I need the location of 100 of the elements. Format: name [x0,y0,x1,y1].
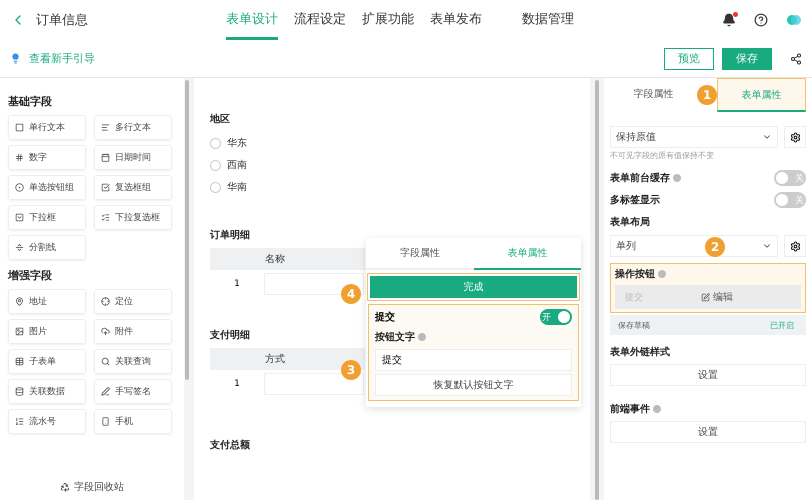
field-label: 流水号 [29,416,56,428]
field-label: 地址 [29,296,47,308]
field-item[interactable]: 图片 [8,319,86,344]
field-label: 复选框组 [115,182,151,194]
status-text: 已开启 [770,320,794,330]
logo-icon[interactable] [786,14,802,26]
row-number: 1 [233,379,241,389]
field-item[interactable]: 分割线 [8,235,86,260]
setting-label: 前端事件 [610,402,650,416]
step-badge: 1 [697,85,717,105]
table-title: 订单明细 [210,228,250,242]
step-badge: 2 [705,237,725,257]
field-label: 关联数据 [29,386,65,398]
field-item[interactable]: 关联数据 [8,379,86,404]
field-item[interactable]: 子表单 [8,349,86,374]
option-label: 西南 [227,158,247,172]
input-field[interactable]: 提交 [375,349,572,371]
field-label: 图片 [29,326,47,338]
lightbulb-icon [10,53,21,64]
field-label: 数字 [29,152,47,164]
field-label: 单行文本 [29,122,65,134]
field-label: 手写签名 [115,386,151,398]
calendar-icon [101,153,110,162]
field-item[interactable]: 日期时间 [94,145,172,170]
nav-tab[interactable]: 扩展功能 [362,0,414,40]
field-item[interactable]: 流水号 [8,409,86,434]
help-icon[interactable] [754,13,768,27]
field-item[interactable]: 地址 [8,289,86,314]
edit-button[interactable]: 编辑 [695,289,739,305]
field-label: 地区 [210,112,230,126]
field-label: 支付总额 [210,438,250,452]
field-item[interactable]: 手机 [94,409,172,434]
scrollbar[interactable] [185,80,189,380]
field-label: 子表单 [29,356,56,368]
crosshair-icon [101,297,110,306]
scrollbar[interactable] [595,80,599,500]
reset-button[interactable]: 恢复默认按钮文字 [375,374,572,396]
select-field[interactable]: 保持原值 [610,126,778,148]
setting-label: 表单布局 [610,216,650,229]
radio-button[interactable] [210,160,221,170]
field-item[interactable]: 定位 [94,289,172,314]
recycle-icon [60,482,70,492]
field-label: 关联查询 [115,356,151,368]
field-label: 下拉框 [29,212,56,224]
row-number: 1 [233,279,241,289]
field-label: 单选按钮组 [29,182,74,194]
list-icon [15,417,24,426]
list-icon [101,213,110,222]
field-item[interactable]: 关联查询 [94,349,172,374]
field-item[interactable]: 单选按钮组 [8,175,86,200]
column-header: 名称 [210,248,365,270]
field-item[interactable]: 数字 [8,145,86,170]
checkbox-icon [101,183,110,192]
popup-tab[interactable]: 字段属性 [366,238,474,270]
lines-icon [101,123,110,132]
table-icon [15,357,24,366]
field-label: 手机 [115,416,133,428]
setting-label: 多标签显示 [610,194,660,207]
nav-tab[interactable]: 数据管理 [522,0,574,40]
share-icon[interactable] [790,52,802,64]
field-item[interactable]: 下拉框 [8,205,86,230]
database-icon [15,387,24,396]
group-title: 增强字段 [8,268,53,283]
page-title: 订单信息 [36,12,89,29]
settings-button[interactable]: 设置 [610,421,806,443]
recycle-link[interactable]: 字段回收站 [74,480,124,494]
field-item[interactable]: 下拉复选框 [94,205,172,230]
hash-icon [15,153,24,162]
help-icon [418,333,426,341]
dropdown-icon [15,213,24,222]
field-item[interactable]: 手写签名 [94,379,172,404]
upload-icon [101,327,110,336]
option-label: 华东 [227,136,247,150]
pen-icon [101,387,110,396]
nav-tab[interactable]: 流程设定 [294,0,346,40]
field-label: 按钮文字 [375,330,415,344]
field-item[interactable]: 附件 [94,319,172,344]
field-item[interactable]: 多行文本 [94,115,172,140]
table-cell[interactable] [264,373,364,395]
help-icon [658,270,666,278]
field-item[interactable]: 复选框组 [94,175,172,200]
field-label: 附件 [115,326,133,338]
radio-button[interactable] [210,182,221,192]
radio-button[interactable] [210,138,221,148]
field-label: 日期时间 [115,152,151,164]
phone-icon [101,417,110,426]
draft-label: 保存草稿 [618,320,650,330]
bell-icon[interactable] [722,13,736,27]
pin-icon [15,297,24,306]
setting-label: 操作按钮 [615,268,655,281]
group-title: 基础字段 [8,94,53,109]
settings-icon[interactable] [784,126,806,148]
divider-icon [15,243,24,252]
settings-icon[interactable] [784,235,806,257]
field-label: 定位 [115,296,133,308]
field-item[interactable]: 单行文本 [8,115,86,140]
settings-button[interactable]: 设置 [610,364,806,386]
step-badge: 3 [341,360,361,380]
image-icon [15,327,24,336]
nav-tab[interactable]: 表单发布 [430,0,482,40]
